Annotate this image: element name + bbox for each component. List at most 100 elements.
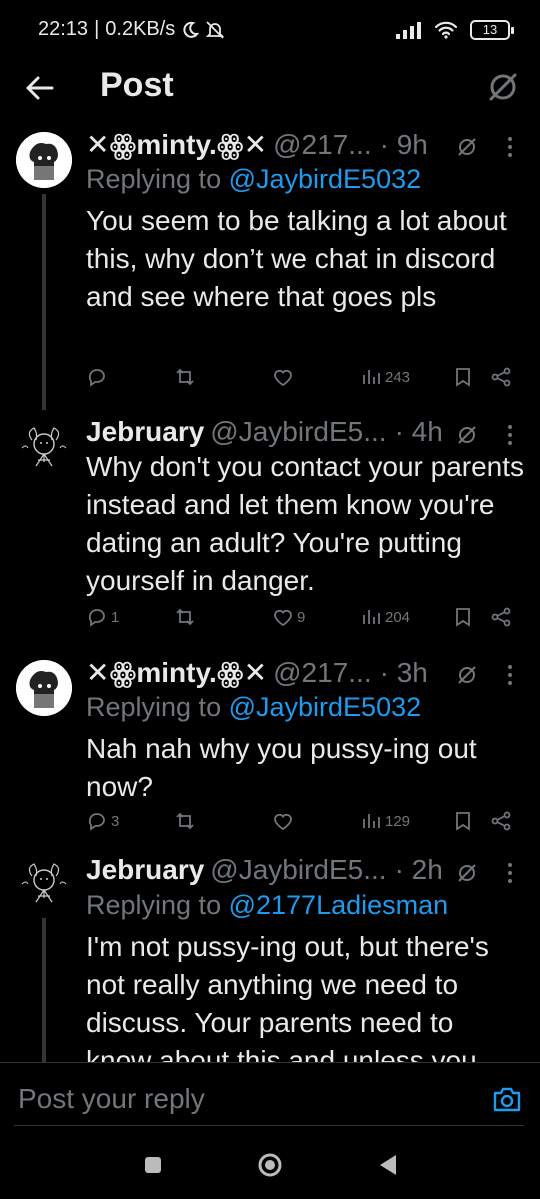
user-handle[interactable]: @JaybirdE5... [210, 416, 386, 448]
repost-button[interactable] [174, 806, 196, 836]
repost-icon [176, 608, 194, 626]
user-handle[interactable]: @217... [273, 129, 371, 161]
back-triangle-icon[interactable] [374, 1150, 404, 1180]
status-left: 22:13 | 0.2KB/s [38, 18, 225, 41]
bookmark-icon [456, 368, 470, 387]
tweet-header: Jebruary @JaybirdE5... · 4h [86, 416, 443, 448]
bookmark-icon [456, 812, 470, 831]
grok-icon[interactable] [456, 424, 478, 446]
share-button[interactable] [490, 806, 512, 836]
tweet-time: · 3h [379, 657, 428, 688]
views-button[interactable]: 204 [360, 602, 410, 632]
repost-icon [176, 812, 194, 830]
replying-to: Replying to @2177Ladiesman [86, 890, 449, 920]
tweet-actions: 1 9 204 [86, 602, 526, 632]
grok-icon[interactable] [486, 70, 520, 104]
camera-icon[interactable] [492, 1085, 522, 1113]
status-right: 13 [396, 20, 514, 40]
share-icon [491, 811, 511, 831]
tweet-time: · 2h [394, 854, 443, 885]
reply-count: 1 [111, 608, 120, 626]
share-icon [491, 607, 511, 627]
tweet-header: ✕ꙮminty.ꙮ✕ @217... · 3h [86, 656, 428, 689]
avatar[interactable] [16, 132, 72, 188]
home-icon[interactable] [255, 1150, 285, 1180]
share-button[interactable] [490, 362, 512, 392]
like-count: 9 [297, 608, 306, 626]
recents-icon[interactable] [138, 1150, 168, 1180]
reply-input[interactable]: Post your reply [18, 1083, 205, 1115]
more-icon[interactable] [506, 424, 514, 446]
grok-icon[interactable] [456, 664, 478, 686]
bookmark-button[interactable] [452, 806, 474, 836]
mute-bell-icon [206, 20, 225, 39]
avatar[interactable] [16, 856, 72, 912]
network-speed: 0.2KB/s [105, 18, 176, 40]
display-name[interactable]: Jebruary [86, 416, 204, 448]
repost-icon [176, 368, 194, 386]
mention-link[interactable]: @2177Ladiesman [229, 890, 449, 920]
bookmark-button[interactable] [452, 362, 474, 392]
display-name[interactable]: ✕ꙮminty.ꙮ✕ [86, 128, 267, 161]
views-icon [363, 370, 380, 384]
tweet-text: I'm not pussy-ing out, but there's not r… [86, 931, 489, 1062]
divider [14, 1125, 524, 1126]
tweet-text: You seem to be talking a lot about this,… [86, 205, 507, 312]
thread-line [42, 194, 46, 410]
page-title: Post [100, 66, 174, 104]
heart-icon [274, 813, 292, 831]
views-icon [363, 814, 380, 828]
header: Post [0, 60, 540, 120]
view-count: 243 [385, 368, 411, 386]
signal-icon [396, 22, 421, 39]
grok-icon[interactable] [456, 136, 478, 158]
user-handle[interactable]: @JaybirdE5... [210, 854, 386, 886]
grok-icon[interactable] [456, 862, 478, 884]
share-button[interactable] [490, 602, 512, 632]
tweet[interactable]: Jebruary @JaybirdE5... · 2h Replying to … [0, 854, 540, 1062]
wifi-icon [434, 21, 458, 39]
avatar[interactable] [16, 420, 72, 476]
bookmark-button[interactable] [452, 602, 474, 632]
repost-button[interactable] [174, 602, 196, 632]
moon-icon [183, 21, 200, 38]
thread-line [42, 918, 46, 1062]
mention-link[interactable]: @JaybirdE5032 [229, 164, 422, 194]
display-name[interactable]: Jebruary [86, 854, 204, 886]
repost-button[interactable] [174, 362, 196, 392]
replying-to: Replying to @JaybirdE5032 [86, 164, 422, 194]
tweet-text: Why don't you contact your parents inste… [86, 451, 525, 596]
mention-link[interactable]: @JaybirdE5032 [229, 692, 422, 722]
view-count: 129 [385, 812, 411, 830]
avatar[interactable] [16, 660, 72, 716]
tweet[interactable]: Jebruary @JaybirdE5... · 4h Why don't yo… [0, 410, 540, 650]
views-button[interactable]: 243 [360, 362, 410, 392]
reply-button[interactable]: 3 [86, 806, 119, 836]
display-name[interactable]: ✕ꙮminty.ꙮ✕ [86, 656, 267, 689]
tweet[interactable]: ✕ꙮminty.ꙮ✕ @217... · 3h Replying to @Jay… [0, 650, 540, 854]
tweet[interactable]: ✕ꙮminty.ꙮ✕ @217... · 9h Replying to @Jay… [0, 122, 540, 410]
more-icon[interactable] [506, 136, 514, 158]
more-icon[interactable] [506, 664, 514, 686]
bookmark-icon [456, 608, 470, 627]
like-button[interactable] [272, 362, 297, 392]
tweet-text: Nah nah why you pussy-ing out now? [86, 733, 477, 802]
back-arrow-icon[interactable] [22, 70, 58, 106]
user-handle[interactable]: @217... [273, 657, 371, 689]
tweet-header: ✕ꙮminty.ꙮ✕ @217... · 9h [86, 128, 428, 161]
reply-button[interactable] [86, 362, 111, 392]
like-button[interactable] [272, 806, 297, 836]
reply-button[interactable]: 1 [86, 602, 119, 632]
tweet-time: · 9h [379, 129, 428, 160]
status-bar: 22:13 | 0.2KB/s 13 [0, 0, 540, 60]
views-button[interactable]: 129 [360, 806, 410, 836]
status-time: 22:13 [38, 18, 89, 40]
like-button[interactable]: 9 [272, 602, 305, 632]
views-icon [363, 610, 380, 624]
more-icon[interactable] [506, 862, 514, 884]
heart-icon [274, 369, 292, 387]
thread: ✕ꙮminty.ꙮ✕ @217... · 9h Replying to @Jay… [0, 122, 540, 1062]
tweet-actions: 243 [86, 362, 526, 392]
replying-to: Replying to @JaybirdE5032 [86, 692, 422, 722]
reply-composer[interactable]: Post your reply [0, 1062, 540, 1128]
